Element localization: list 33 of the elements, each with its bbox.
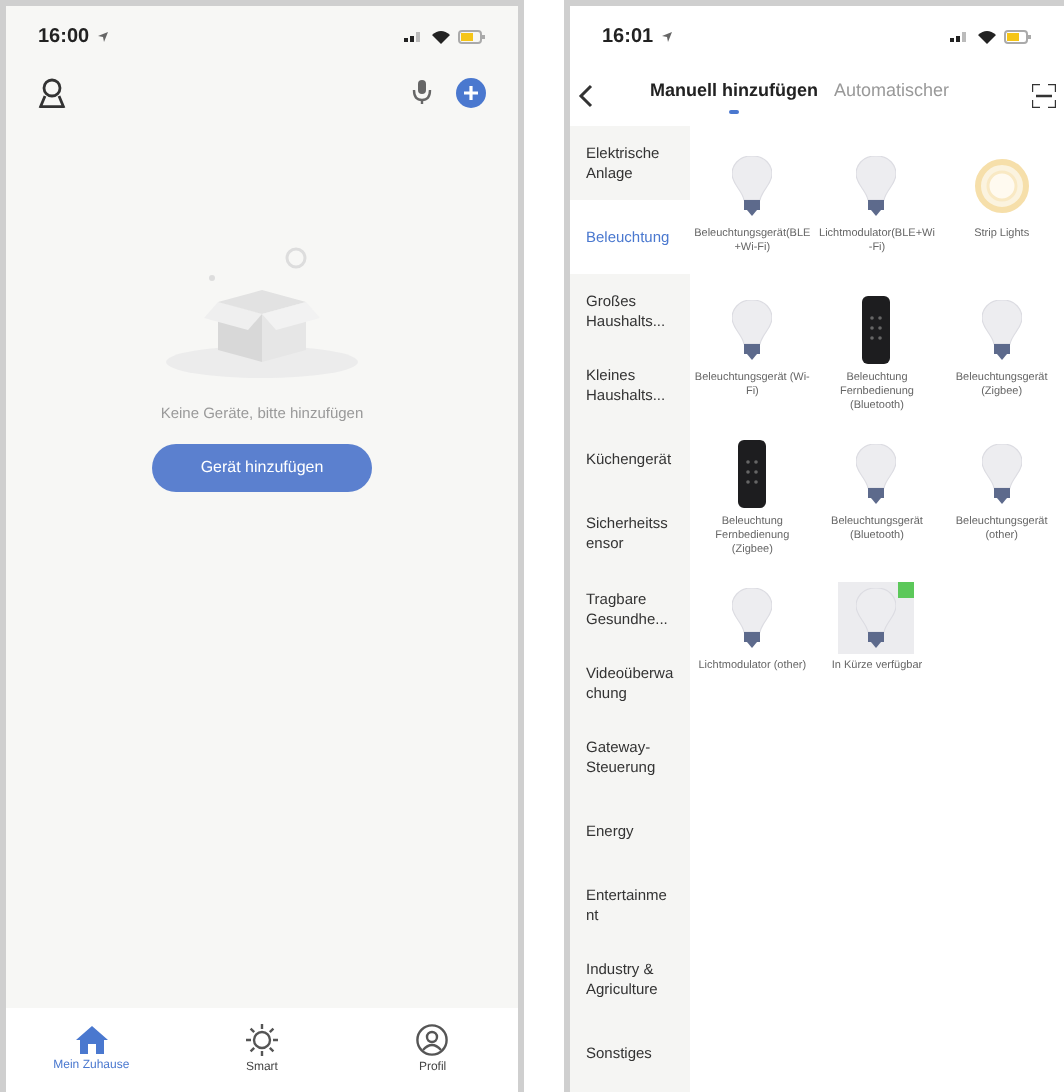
wifi-icon: [978, 29, 996, 43]
user-icon[interactable]: [38, 77, 66, 107]
add-device-button[interactable]: Gerät hinzufügen: [152, 444, 372, 493]
light-bulb-icon: [732, 588, 773, 648]
sun-icon: [245, 1023, 278, 1055]
location-arrow-icon: [661, 31, 672, 41]
status-time: 16:01: [602, 23, 654, 51]
wifi-icon: [432, 29, 450, 43]
remote-control-icon: [738, 440, 767, 508]
add-icon[interactable]: [456, 77, 486, 107]
ring-light-icon: [973, 158, 1030, 214]
battery-icon: [458, 29, 486, 43]
new-badge-icon: [898, 582, 915, 598]
light-bulb-icon: [981, 444, 1022, 504]
light-bulb-icon: [856, 588, 897, 648]
light-bulb-icon: [856, 156, 897, 216]
microphone-icon[interactable]: [412, 80, 432, 104]
tab-indicator: [729, 109, 739, 114]
scan-icon[interactable]: [1032, 84, 1056, 108]
tab[interactable]: Manuell hinzufügen: [650, 78, 818, 114]
battery-icon: [1004, 29, 1032, 43]
status-time: 16:00: [38, 23, 90, 51]
light-bulb-icon: [856, 444, 897, 504]
home-icon: [75, 1025, 108, 1053]
remote-control-icon: [862, 296, 891, 364]
signal-icon: [950, 30, 970, 42]
light-bulb-icon: [732, 156, 773, 216]
profile-icon: [416, 1023, 449, 1055]
location-arrow-icon: [97, 31, 108, 41]
light-bulb-icon: [981, 300, 1022, 360]
signal-icon: [404, 30, 424, 42]
back-icon[interactable]: [578, 84, 594, 108]
light-bulb-icon: [732, 300, 773, 360]
